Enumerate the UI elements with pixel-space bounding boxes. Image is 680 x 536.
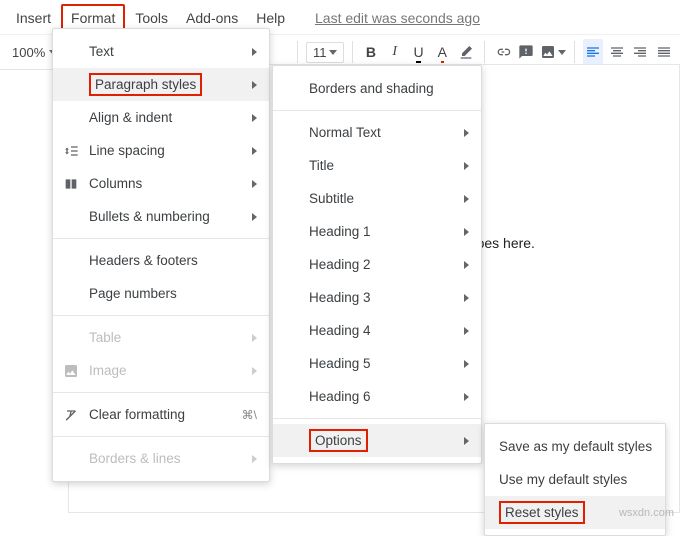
menu-help[interactable]: Help <box>248 6 293 30</box>
submenu-arrow-icon <box>252 114 257 122</box>
submenu-arrow-icon <box>464 294 469 302</box>
align-center-button[interactable] <box>607 39 627 65</box>
submenu-arrow-icon <box>252 334 257 342</box>
format-text[interactable]: Text <box>53 35 269 68</box>
align-left-button[interactable] <box>583 39 603 65</box>
submenu-arrow-icon <box>252 81 257 89</box>
paragraph-heading2[interactable]: Heading 2 <box>273 248 481 281</box>
format-dropdown: Text Paragraph styles Align & indent Lin… <box>52 28 270 482</box>
submenu-arrow-icon <box>252 367 257 375</box>
line-spacing-icon <box>63 143 79 159</box>
image-icon <box>63 363 79 379</box>
underline-button[interactable]: U <box>409 39 429 65</box>
submenu-arrow-icon <box>464 228 469 236</box>
menu-insert[interactable]: Insert <box>8 6 59 30</box>
align-justify-icon <box>656 44 672 60</box>
paragraph-heading5[interactable]: Heading 5 <box>273 347 481 380</box>
paragraph-title[interactable]: Title <box>273 149 481 182</box>
shortcut-text: ⌘\ <box>242 408 257 422</box>
clear-formatting-icon <box>63 407 79 423</box>
paragraph-heading6[interactable]: Heading 6 <box>273 380 481 413</box>
format-page-numbers[interactable]: Page numbers <box>53 277 269 310</box>
paragraph-subtitle[interactable]: Subtitle <box>273 182 481 215</box>
paragraph-options[interactable]: Options <box>273 424 481 457</box>
align-left-icon <box>585 44 601 60</box>
format-align-indent[interactable]: Align & indent <box>53 101 269 134</box>
submenu-arrow-icon <box>464 162 469 170</box>
format-clear-formatting[interactable]: Clear formatting ⌘\ <box>53 398 269 431</box>
options-save-default[interactable]: Save as my default styles <box>485 430 665 463</box>
align-right-button[interactable] <box>631 39 651 65</box>
highlighter-icon <box>458 44 474 60</box>
align-center-icon <box>609 44 625 60</box>
submenu-arrow-icon <box>464 360 469 368</box>
submenu-arrow-icon <box>252 48 257 56</box>
align-right-icon <box>632 44 648 60</box>
format-paragraph-styles[interactable]: Paragraph styles <box>53 68 269 101</box>
submenu-arrow-icon <box>252 180 257 188</box>
align-justify-button[interactable] <box>654 39 674 65</box>
submenu-arrow-icon <box>252 455 257 463</box>
format-table: Table <box>53 321 269 354</box>
format-image: Image <box>53 354 269 387</box>
underline-icon: U <box>413 44 423 60</box>
paragraph-borders-shading[interactable]: Borders and shading <box>273 72 481 105</box>
chevron-down-icon <box>329 50 337 55</box>
columns-icon <box>63 176 79 192</box>
comment-icon <box>518 44 534 60</box>
paragraph-normal-text[interactable]: Normal Text <box>273 116 481 149</box>
font-size-value: 11 <box>313 45 327 60</box>
submenu-arrow-icon <box>464 261 469 269</box>
highlight-color-button[interactable] <box>456 39 476 65</box>
text-color-icon: A <box>438 44 447 60</box>
paragraph-styles-dropdown: Borders and shading Normal Text Title Su… <box>272 65 482 464</box>
insert-link-button[interactable] <box>493 39 513 65</box>
last-edit-link[interactable]: Last edit was seconds ago <box>307 6 488 30</box>
submenu-arrow-icon <box>464 129 469 137</box>
format-borders-lines: Borders & lines <box>53 442 269 475</box>
options-dropdown: Save as my default styles Use my default… <box>484 423 666 536</box>
submenu-arrow-icon <box>464 393 469 401</box>
zoom-label: 100% <box>12 45 45 60</box>
paragraph-heading1[interactable]: Heading 1 <box>273 215 481 248</box>
submenu-arrow-icon <box>252 213 257 221</box>
format-line-spacing[interactable]: Line spacing <box>53 134 269 167</box>
options-use-default[interactable]: Use my default styles <box>485 463 665 496</box>
paragraph-heading4[interactable]: Heading 4 <box>273 314 481 347</box>
format-bullets-numbering[interactable]: Bullets & numbering <box>53 200 269 233</box>
image-icon <box>540 44 556 60</box>
bold-icon: B <box>366 44 376 60</box>
insert-image-button[interactable] <box>540 39 566 65</box>
submenu-arrow-icon <box>252 147 257 155</box>
link-icon <box>495 44 511 60</box>
watermark-text: wsxdn.com <box>619 507 674 519</box>
italic-icon: I <box>392 44 397 60</box>
chevron-down-icon <box>558 50 566 55</box>
submenu-arrow-icon <box>464 327 469 335</box>
paragraph-heading3[interactable]: Heading 3 <box>273 281 481 314</box>
insert-comment-button[interactable] <box>516 39 536 65</box>
format-columns[interactable]: Columns <box>53 167 269 200</box>
bold-button[interactable]: B <box>361 39 381 65</box>
italic-button[interactable]: I <box>385 39 405 65</box>
menu-tools[interactable]: Tools <box>127 6 176 30</box>
submenu-arrow-icon <box>464 437 469 445</box>
submenu-arrow-icon <box>464 195 469 203</box>
font-size-select[interactable]: 11 <box>306 42 344 63</box>
text-color-button[interactable]: A <box>432 39 452 65</box>
menu-addons[interactable]: Add-ons <box>178 6 246 30</box>
format-headers-footers[interactable]: Headers & footers <box>53 244 269 277</box>
